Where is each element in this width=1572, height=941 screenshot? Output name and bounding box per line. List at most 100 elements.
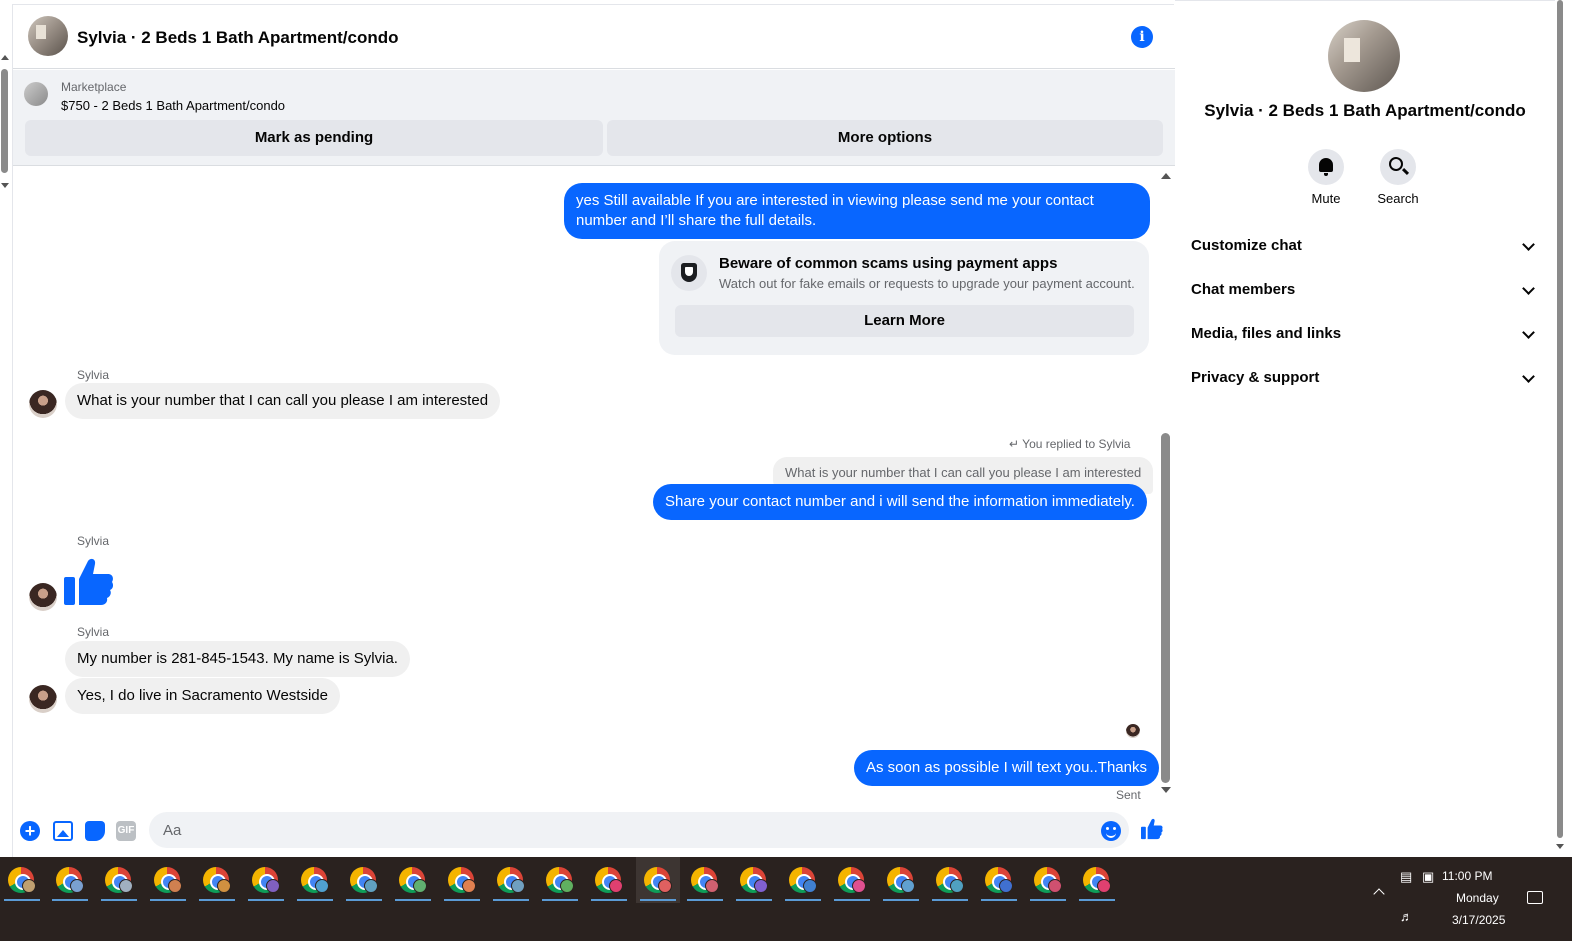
message-input[interactable] bbox=[149, 812, 1129, 848]
scroll-down-arrow-icon[interactable] bbox=[1, 183, 9, 188]
taskbar-chrome-app[interactable] bbox=[244, 857, 288, 903]
chevron-up-icon[interactable] bbox=[1373, 888, 1385, 900]
running-indicator bbox=[1030, 899, 1066, 901]
taskbar-chrome-app[interactable] bbox=[0, 857, 44, 903]
taskbar-chrome-app[interactable] bbox=[97, 857, 141, 903]
running-indicator bbox=[883, 899, 919, 901]
messenger-window: Sylvia · 2 Beds 1 Bath Apartment/condo i… bbox=[0, 0, 1572, 941]
clock-date[interactable]: 3/17/2025 bbox=[1452, 913, 1505, 927]
notification-icon[interactable] bbox=[1527, 891, 1543, 904]
listing-avatar-large[interactable] bbox=[1328, 20, 1400, 92]
avatar[interactable] bbox=[29, 685, 57, 713]
section-media-files-links[interactable]: Media, files and links bbox=[1191, 316, 1539, 352]
marketplace-label: Marketplace bbox=[61, 80, 127, 94]
volume-icon[interactable]: ♬ bbox=[1400, 909, 1413, 924]
message-status: Sent bbox=[1116, 788, 1141, 802]
listing-thumbnail[interactable] bbox=[24, 82, 48, 106]
running-indicator bbox=[736, 899, 772, 901]
avatar[interactable] bbox=[29, 583, 57, 611]
listing-avatar[interactable] bbox=[28, 16, 68, 56]
incoming-message[interactable]: Yes, I do live in Sacramento Westside bbox=[65, 678, 340, 714]
running-indicator bbox=[493, 899, 529, 901]
window-scrollbar[interactable] bbox=[1555, 0, 1572, 857]
taskbar-chrome-app[interactable] bbox=[683, 857, 727, 903]
mute-button[interactable]: Mute bbox=[1296, 149, 1356, 206]
taskbar-chrome-app[interactable] bbox=[781, 857, 825, 903]
mark-as-pending-button[interactable]: Mark as pending bbox=[25, 120, 603, 156]
scroll-down-arrow-icon[interactable] bbox=[1161, 787, 1171, 793]
profile-badge-icon bbox=[70, 879, 84, 893]
taskbar-chrome-app[interactable] bbox=[1026, 857, 1070, 903]
profile-badge-icon bbox=[560, 879, 574, 893]
search-button[interactable]: Search bbox=[1368, 149, 1428, 206]
system-tray: ▤ ▣ ♬ 11:00 PM Monday 3/17/2025 bbox=[1370, 857, 1572, 941]
clock-time[interactable]: 11:00 PM bbox=[1442, 869, 1492, 883]
taskbar-chrome-app[interactable] bbox=[636, 857, 680, 903]
taskbar-chrome-app[interactable] bbox=[489, 857, 533, 903]
sidebar-title: Sylvia · 2 Beds 1 Bath Apartment/condo bbox=[1204, 101, 1526, 120]
learn-more-button[interactable]: Learn More bbox=[675, 305, 1134, 337]
chat-title[interactable]: Sylvia · 2 Beds 1 Bath Apartment/condo bbox=[77, 28, 399, 48]
taskbar-chrome-app[interactable] bbox=[977, 857, 1021, 903]
section-chat-members[interactable]: Chat members bbox=[1191, 272, 1539, 308]
listing-price[interactable]: $750 - 2 Beds 1 Bath Apartment/condo bbox=[61, 98, 285, 113]
taskbar-chrome-app[interactable] bbox=[342, 857, 386, 903]
chevron-down-icon bbox=[1522, 238, 1535, 251]
bell-icon[interactable] bbox=[1308, 149, 1344, 185]
section-privacy-support[interactable]: Privacy & support bbox=[1191, 360, 1539, 396]
profile-badge-icon bbox=[413, 879, 427, 893]
scroll-thumb[interactable] bbox=[1161, 433, 1170, 783]
outgoing-message[interactable]: As soon as possible I will text you..Tha… bbox=[854, 750, 1159, 786]
taskbar-chrome-app[interactable] bbox=[440, 857, 484, 903]
taskbar-chrome-app[interactable] bbox=[1075, 857, 1119, 903]
plus-icon[interactable]: + bbox=[20, 821, 40, 841]
search-icon[interactable] bbox=[1380, 149, 1416, 185]
profile-badge-icon bbox=[511, 879, 525, 893]
thumbs-up-icon[interactable] bbox=[64, 557, 114, 607]
incoming-message[interactable]: What is your number that I can call you … bbox=[65, 383, 501, 419]
taskbar-chrome-app[interactable] bbox=[928, 857, 972, 903]
chevron-down-icon bbox=[1522, 326, 1535, 339]
profile-badge-icon bbox=[852, 879, 866, 893]
profile-badge-icon bbox=[658, 879, 672, 893]
taskbar-chrome-app[interactable] bbox=[146, 857, 190, 903]
page-scrollbar[interactable] bbox=[0, 52, 12, 192]
like-icon[interactable] bbox=[1141, 818, 1163, 840]
sticker-icon[interactable] bbox=[85, 821, 105, 841]
emoji-icon[interactable] bbox=[1101, 821, 1121, 841]
running-indicator bbox=[687, 899, 723, 901]
profile-badge-icon bbox=[803, 879, 817, 893]
gif-icon[interactable]: GIF bbox=[116, 821, 136, 841]
taskbar-chrome-app[interactable] bbox=[587, 857, 631, 903]
network-icon[interactable]: ▣ bbox=[1422, 869, 1434, 885]
profile-badge-icon bbox=[217, 879, 231, 893]
photo-icon[interactable] bbox=[53, 821, 73, 841]
scroll-down-arrow-icon[interactable] bbox=[1556, 844, 1564, 849]
taskbar-chrome-app[interactable] bbox=[48, 857, 92, 903]
taskbar-chrome-app[interactable] bbox=[879, 857, 923, 903]
avatar[interactable] bbox=[29, 390, 57, 418]
scroll-thumb[interactable] bbox=[1557, 0, 1563, 838]
scroll-up-arrow-icon[interactable] bbox=[1, 55, 9, 60]
taskbar-chrome-app[interactable] bbox=[391, 857, 435, 903]
info-icon[interactable]: i bbox=[1131, 26, 1153, 48]
section-customize-chat[interactable]: Customize chat bbox=[1191, 228, 1539, 264]
read-receipt-avatar bbox=[1126, 724, 1140, 738]
scroll-up-arrow-icon[interactable] bbox=[1161, 173, 1171, 179]
taskbar-chrome-app[interactable] bbox=[195, 857, 239, 903]
outgoing-message[interactable]: Share your contact number and i will sen… bbox=[653, 484, 1147, 520]
running-indicator bbox=[199, 899, 235, 901]
incoming-message[interactable]: My number is 281-845-1543. My name is Sy… bbox=[65, 641, 410, 677]
taskbar-chrome-app[interactable] bbox=[732, 857, 776, 903]
taskbar-chrome-app[interactable] bbox=[293, 857, 337, 903]
clock-day[interactable]: Monday bbox=[1456, 891, 1499, 905]
more-options-button[interactable]: More options bbox=[607, 120, 1163, 156]
taskbar-chrome-app[interactable] bbox=[830, 857, 874, 903]
running-indicator bbox=[101, 899, 137, 901]
outgoing-message[interactable]: yes Still available If you are intereste… bbox=[564, 183, 1150, 239]
meet-now-icon[interactable]: ▤ bbox=[1400, 869, 1412, 885]
reply-note-text: You replied to Sylvia bbox=[1022, 437, 1131, 451]
taskbar-chrome-app[interactable] bbox=[538, 857, 582, 903]
scroll-thumb[interactable] bbox=[1, 69, 8, 173]
messages-scrollbar[interactable] bbox=[1160, 167, 1172, 799]
